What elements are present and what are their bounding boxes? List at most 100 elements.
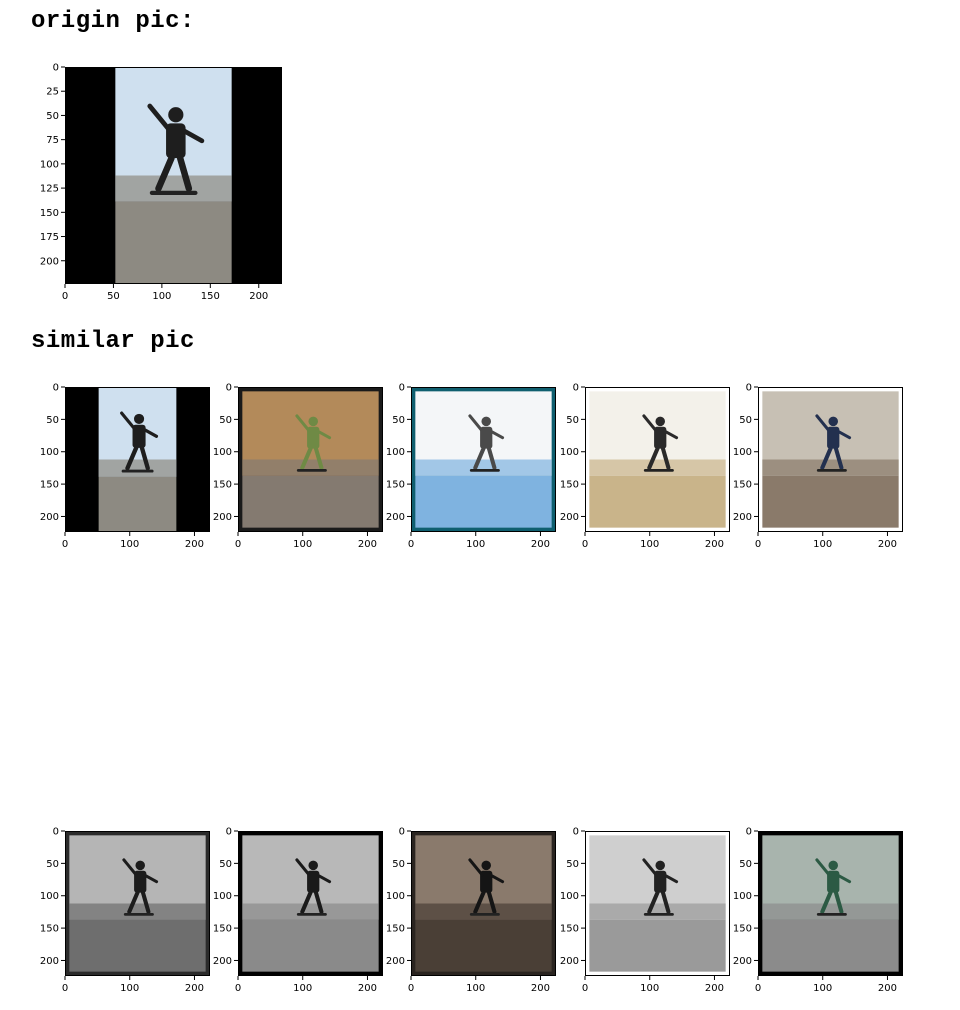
x-tick-label: 50 bbox=[107, 291, 120, 302]
y-tick-label: 150 bbox=[386, 924, 405, 935]
similar-image-plot: 0 100 200 0 50 100 150 200 bbox=[386, 383, 556, 550]
x-tick-label: 100 bbox=[152, 291, 171, 302]
y-tick-label: 200 bbox=[733, 956, 752, 967]
x-tick-label: 0 bbox=[62, 539, 68, 550]
photo-midground bbox=[415, 903, 552, 920]
y-tick-label: 0 bbox=[53, 383, 59, 394]
y-tick-label: 50 bbox=[219, 859, 232, 870]
similar-image-plot: 0 100 200 0 50 100 150 200 bbox=[560, 827, 730, 994]
y-tick-label: 150 bbox=[733, 480, 752, 491]
skateboard bbox=[469, 469, 500, 472]
x-tick-label: 200 bbox=[185, 539, 204, 550]
figure-head bbox=[828, 416, 838, 427]
photo-ground bbox=[762, 475, 899, 528]
similar-image-plot: 0 100 200 0 50 100 150 200 bbox=[386, 827, 556, 994]
photo-ground bbox=[415, 919, 552, 972]
y-tick-label: 50 bbox=[46, 859, 59, 870]
skateboard bbox=[296, 469, 327, 472]
x-tick-label: 0 bbox=[755, 539, 761, 550]
x-tick-label: 150 bbox=[201, 291, 220, 302]
figure-head bbox=[133, 413, 145, 424]
skateboard bbox=[121, 469, 154, 473]
y-tick-label: 50 bbox=[219, 415, 232, 426]
y-tick-label: 50 bbox=[739, 415, 752, 426]
y-tick-label: 125 bbox=[40, 184, 59, 195]
photo-ground bbox=[242, 919, 379, 972]
x-tick-label: 200 bbox=[531, 539, 550, 550]
x-tick-label: 0 bbox=[582, 539, 588, 550]
y-tick-label: 0 bbox=[399, 383, 405, 394]
x-tick-label: 200 bbox=[705, 539, 724, 550]
figure-head bbox=[135, 860, 145, 871]
y-tick-label: 0 bbox=[226, 383, 232, 394]
y-tick-label: 0 bbox=[53, 827, 59, 838]
x-tick-label: 0 bbox=[582, 983, 588, 994]
x-tick-label: 100 bbox=[293, 539, 312, 550]
y-tick-label: 0 bbox=[746, 383, 752, 394]
y-tick-label: 200 bbox=[40, 956, 59, 967]
similar-image-plot: 0 100 200 0 50 100 150 200 bbox=[213, 383, 383, 550]
similar-heading: similar pic bbox=[31, 328, 195, 355]
skateboard bbox=[643, 469, 674, 472]
y-tick-label: 200 bbox=[213, 956, 232, 967]
x-tick-label: 200 bbox=[705, 983, 724, 994]
origin-heading: origin pic: bbox=[31, 8, 195, 35]
x-tick-label: 0 bbox=[235, 983, 241, 994]
y-tick-label: 150 bbox=[213, 924, 232, 935]
photo-ground bbox=[762, 919, 899, 972]
x-tick-label: 200 bbox=[878, 539, 897, 550]
origin-image-plot: 0 50 100 150 200 0 25 50 75 100 125 150 175 200 bbox=[40, 63, 282, 302]
y-tick-label: 75 bbox=[46, 135, 59, 146]
x-tick-label: 100 bbox=[293, 983, 312, 994]
figure-head bbox=[828, 860, 838, 871]
photo-ground bbox=[589, 919, 726, 972]
figure-head bbox=[481, 860, 491, 871]
y-tick-label: 100 bbox=[733, 447, 752, 458]
y-tick-label: 150 bbox=[733, 924, 752, 935]
y-tick-label: 100 bbox=[386, 891, 405, 902]
photo-ground bbox=[115, 201, 232, 284]
photo-midground bbox=[69, 903, 206, 920]
x-tick-label: 0 bbox=[755, 983, 761, 994]
x-tick-label: 200 bbox=[531, 983, 550, 994]
photo-midground bbox=[762, 459, 899, 476]
x-tick-label: 0 bbox=[62, 983, 68, 994]
y-tick-label: 100 bbox=[213, 891, 232, 902]
y-tick-label: 25 bbox=[46, 87, 59, 98]
y-tick-label: 200 bbox=[560, 512, 579, 523]
y-tick-label: 0 bbox=[53, 63, 59, 74]
x-tick-label: 200 bbox=[185, 983, 204, 994]
x-tick-label: 200 bbox=[249, 291, 268, 302]
x-tick-label: 100 bbox=[466, 539, 485, 550]
photo-midground bbox=[242, 903, 379, 920]
figure-head bbox=[168, 107, 184, 123]
photo-midground bbox=[98, 459, 177, 477]
skateboard bbox=[469, 913, 500, 916]
skateboard bbox=[123, 913, 154, 916]
figure-head bbox=[308, 416, 318, 427]
figure-head bbox=[481, 416, 491, 427]
y-tick-label: 100 bbox=[213, 447, 232, 458]
y-tick-label: 0 bbox=[746, 827, 752, 838]
x-tick-label: 100 bbox=[466, 983, 485, 994]
y-tick-label: 150 bbox=[213, 480, 232, 491]
y-tick-label: 150 bbox=[40, 924, 59, 935]
x-tick-label: 0 bbox=[408, 983, 414, 994]
x-tick-label: 100 bbox=[813, 983, 832, 994]
y-tick-label: 50 bbox=[392, 415, 405, 426]
skateboard bbox=[296, 913, 327, 916]
similar-image-plot: 0 100 200 0 50 100 150 200 bbox=[213, 827, 383, 994]
y-tick-label: 50 bbox=[392, 859, 405, 870]
x-tick-label: 100 bbox=[120, 539, 139, 550]
photo-ground bbox=[69, 919, 206, 972]
x-tick-label: 200 bbox=[358, 983, 377, 994]
y-tick-label: 200 bbox=[560, 956, 579, 967]
y-tick-label: 50 bbox=[566, 859, 579, 870]
y-tick-label: 0 bbox=[226, 827, 232, 838]
skateboard bbox=[816, 469, 847, 472]
y-tick-label: 150 bbox=[40, 480, 59, 491]
x-tick-label: 0 bbox=[235, 539, 241, 550]
photo-midground bbox=[762, 903, 899, 920]
y-tick-label: 100 bbox=[40, 159, 59, 170]
similar-image-plot: 0 100 200 0 50 100 150 200 bbox=[40, 827, 210, 994]
